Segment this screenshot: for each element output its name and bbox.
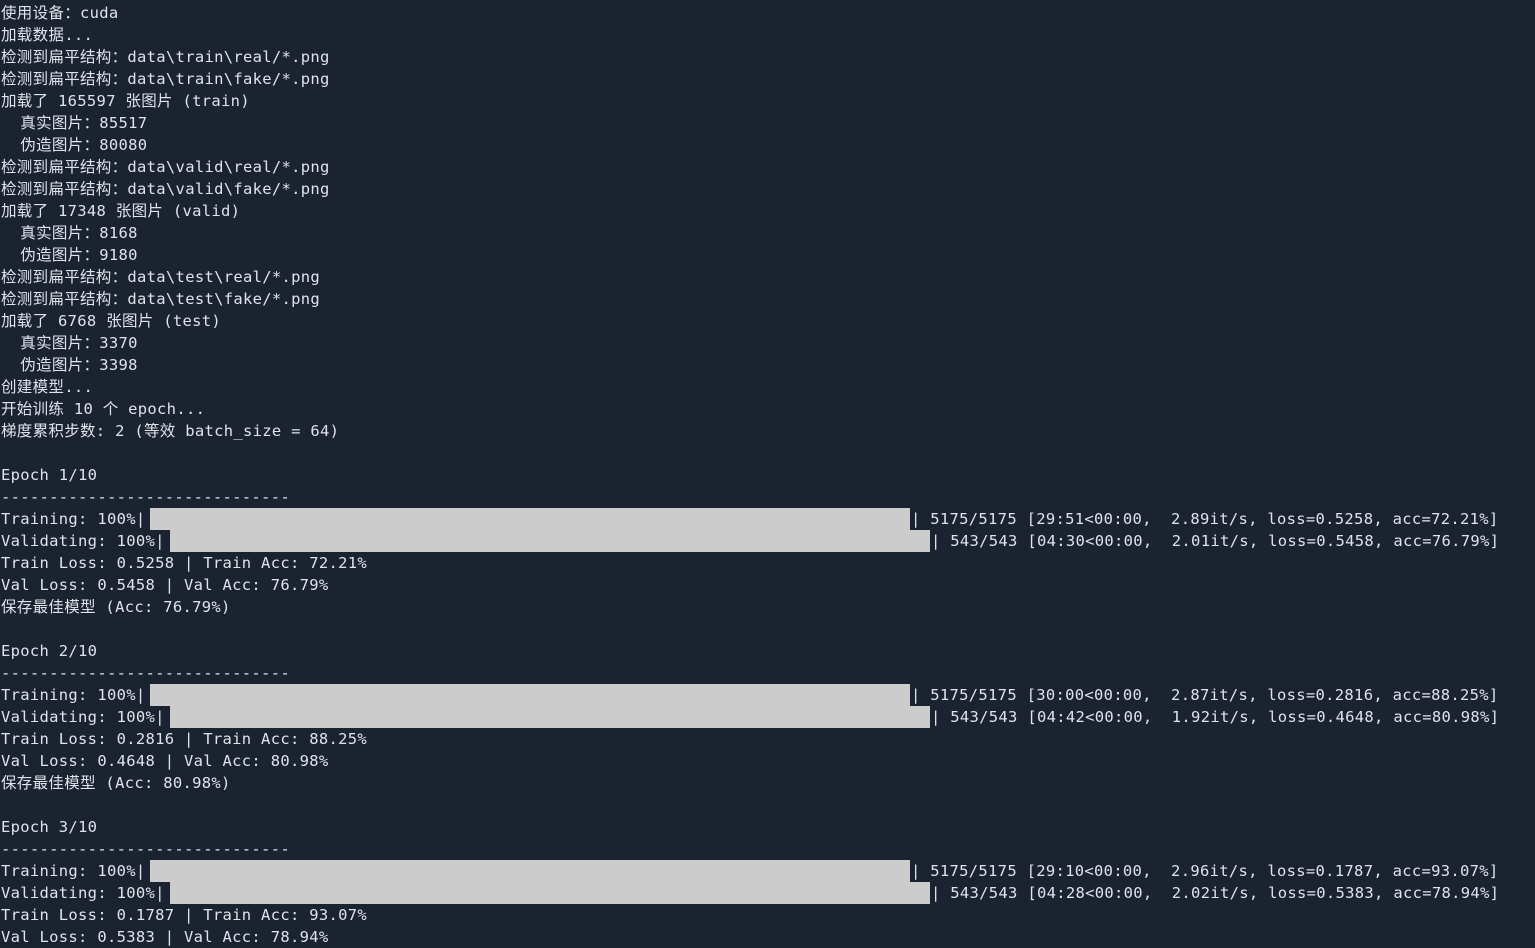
terminal-line: Train Loss: 0.1787 | Train Acc: 93.07% (1, 906, 368, 924)
terminal-line: Train Loss: 0.5258 | Train Acc: 72.21% (1, 554, 368, 572)
terminal-line: Train Loss: 0.2816 | Train Acc: 88.25% (1, 730, 368, 748)
terminal-line: 加载了 165597 张图片 (train) (1, 92, 250, 110)
progress-stats: | 543/543 [04:28<00:00, 2.02it/s, loss=0… (931, 884, 1500, 902)
terminal-line: 伪造图片：3398 (1, 356, 138, 374)
validating-progress-bar (170, 706, 930, 728)
progress-stats: | 5175/5175 [29:10<00:00, 2.96it/s, loss… (911, 862, 1499, 880)
progress-stats: | 543/543 [04:30<00:00, 2.01it/s, loss=0… (931, 532, 1500, 550)
terminal-window[interactable]: 使用设备：cuda 加载数据... 检测到扁平结构：data\train\real/… (0, 0, 1535, 948)
progress-stats: | 5175/5175 [30:00<00:00, 2.87it/s, loss… (911, 686, 1499, 704)
terminal-line: 保存最佳模型 (Acc: 80.98%) (1, 774, 231, 792)
terminal-line: 检测到扁平结构：data\valid\fake/*.png (1, 180, 330, 198)
terminal-line: Epoch 3/10 (1, 818, 98, 836)
terminal-line: 检测到扁平结构：data\test\fake/*.png (1, 290, 321, 308)
terminal-line: ------------------------------ (1, 664, 290, 682)
progress-label: Validating: 100%| (1, 708, 165, 726)
progress-stats: | 5175/5175 [29:51<00:00, 2.89it/s, loss… (911, 510, 1499, 528)
progress-label: Training: 100%| (1, 862, 146, 880)
terminal-line: 检测到扁平结构：data\test\real/*.png (1, 268, 321, 286)
terminal-line: 创建模型... (1, 378, 94, 396)
terminal-line: 检测到扁平结构：data\train\fake/*.png (1, 70, 330, 88)
terminal-line: 真实图片：8168 (1, 224, 138, 242)
terminal-line: 伪造图片：80080 (1, 136, 148, 154)
training-progress-bar (150, 860, 910, 882)
terminal-line: ------------------------------ (1, 488, 290, 506)
terminal-line: 保存最佳模型 (Acc: 76.79%) (1, 598, 231, 616)
terminal-line: 使用设备：cuda (1, 4, 119, 22)
terminal-line: Epoch 2/10 (1, 642, 98, 660)
terminal-line: 伪造图片：9180 (1, 246, 138, 264)
terminal-line: Val Loss: 0.4648 | Val Acc: 80.98% (1, 752, 329, 770)
terminal-line: Epoch 1/10 (1, 466, 98, 484)
progress-label: Validating: 100%| (1, 532, 165, 550)
progress-label: Training: 100%| (1, 686, 146, 704)
terminal-line: 真实图片：3370 (1, 334, 138, 352)
validating-progress-bar (170, 530, 930, 552)
terminal-line: 开始训练 10 个 epoch... (1, 400, 206, 418)
progress-label: Validating: 100%| (1, 884, 165, 902)
terminal-line: Val Loss: 0.5458 | Val Acc: 76.79% (1, 576, 329, 594)
validating-progress-bar (170, 882, 930, 904)
training-progress-bar (150, 508, 910, 530)
terminal-line: 加载了 6768 张图片 (test) (1, 312, 222, 330)
terminal-line: Val Loss: 0.5383 | Val Acc: 78.94% (1, 928, 329, 946)
training-progress-bar (150, 684, 910, 706)
progress-label: Training: 100%| (1, 510, 146, 528)
terminal-line: 加载数据... (1, 26, 94, 44)
terminal-line: 检测到扁平结构：data\valid\real/*.png (1, 158, 330, 176)
progress-stats: | 543/543 [04:42<00:00, 1.92it/s, loss=0… (931, 708, 1500, 726)
terminal-line: 检测到扁平结构：data\train\real/*.png (1, 48, 330, 66)
terminal-line: ------------------------------ (1, 840, 290, 858)
terminal-line: 梯度累积步数: 2 (等效 batch_size = 64) (1, 422, 340, 440)
terminal-line: 真实图片：85517 (1, 114, 148, 132)
terminal-line: 加载了 17348 张图片 (valid) (1, 202, 241, 220)
